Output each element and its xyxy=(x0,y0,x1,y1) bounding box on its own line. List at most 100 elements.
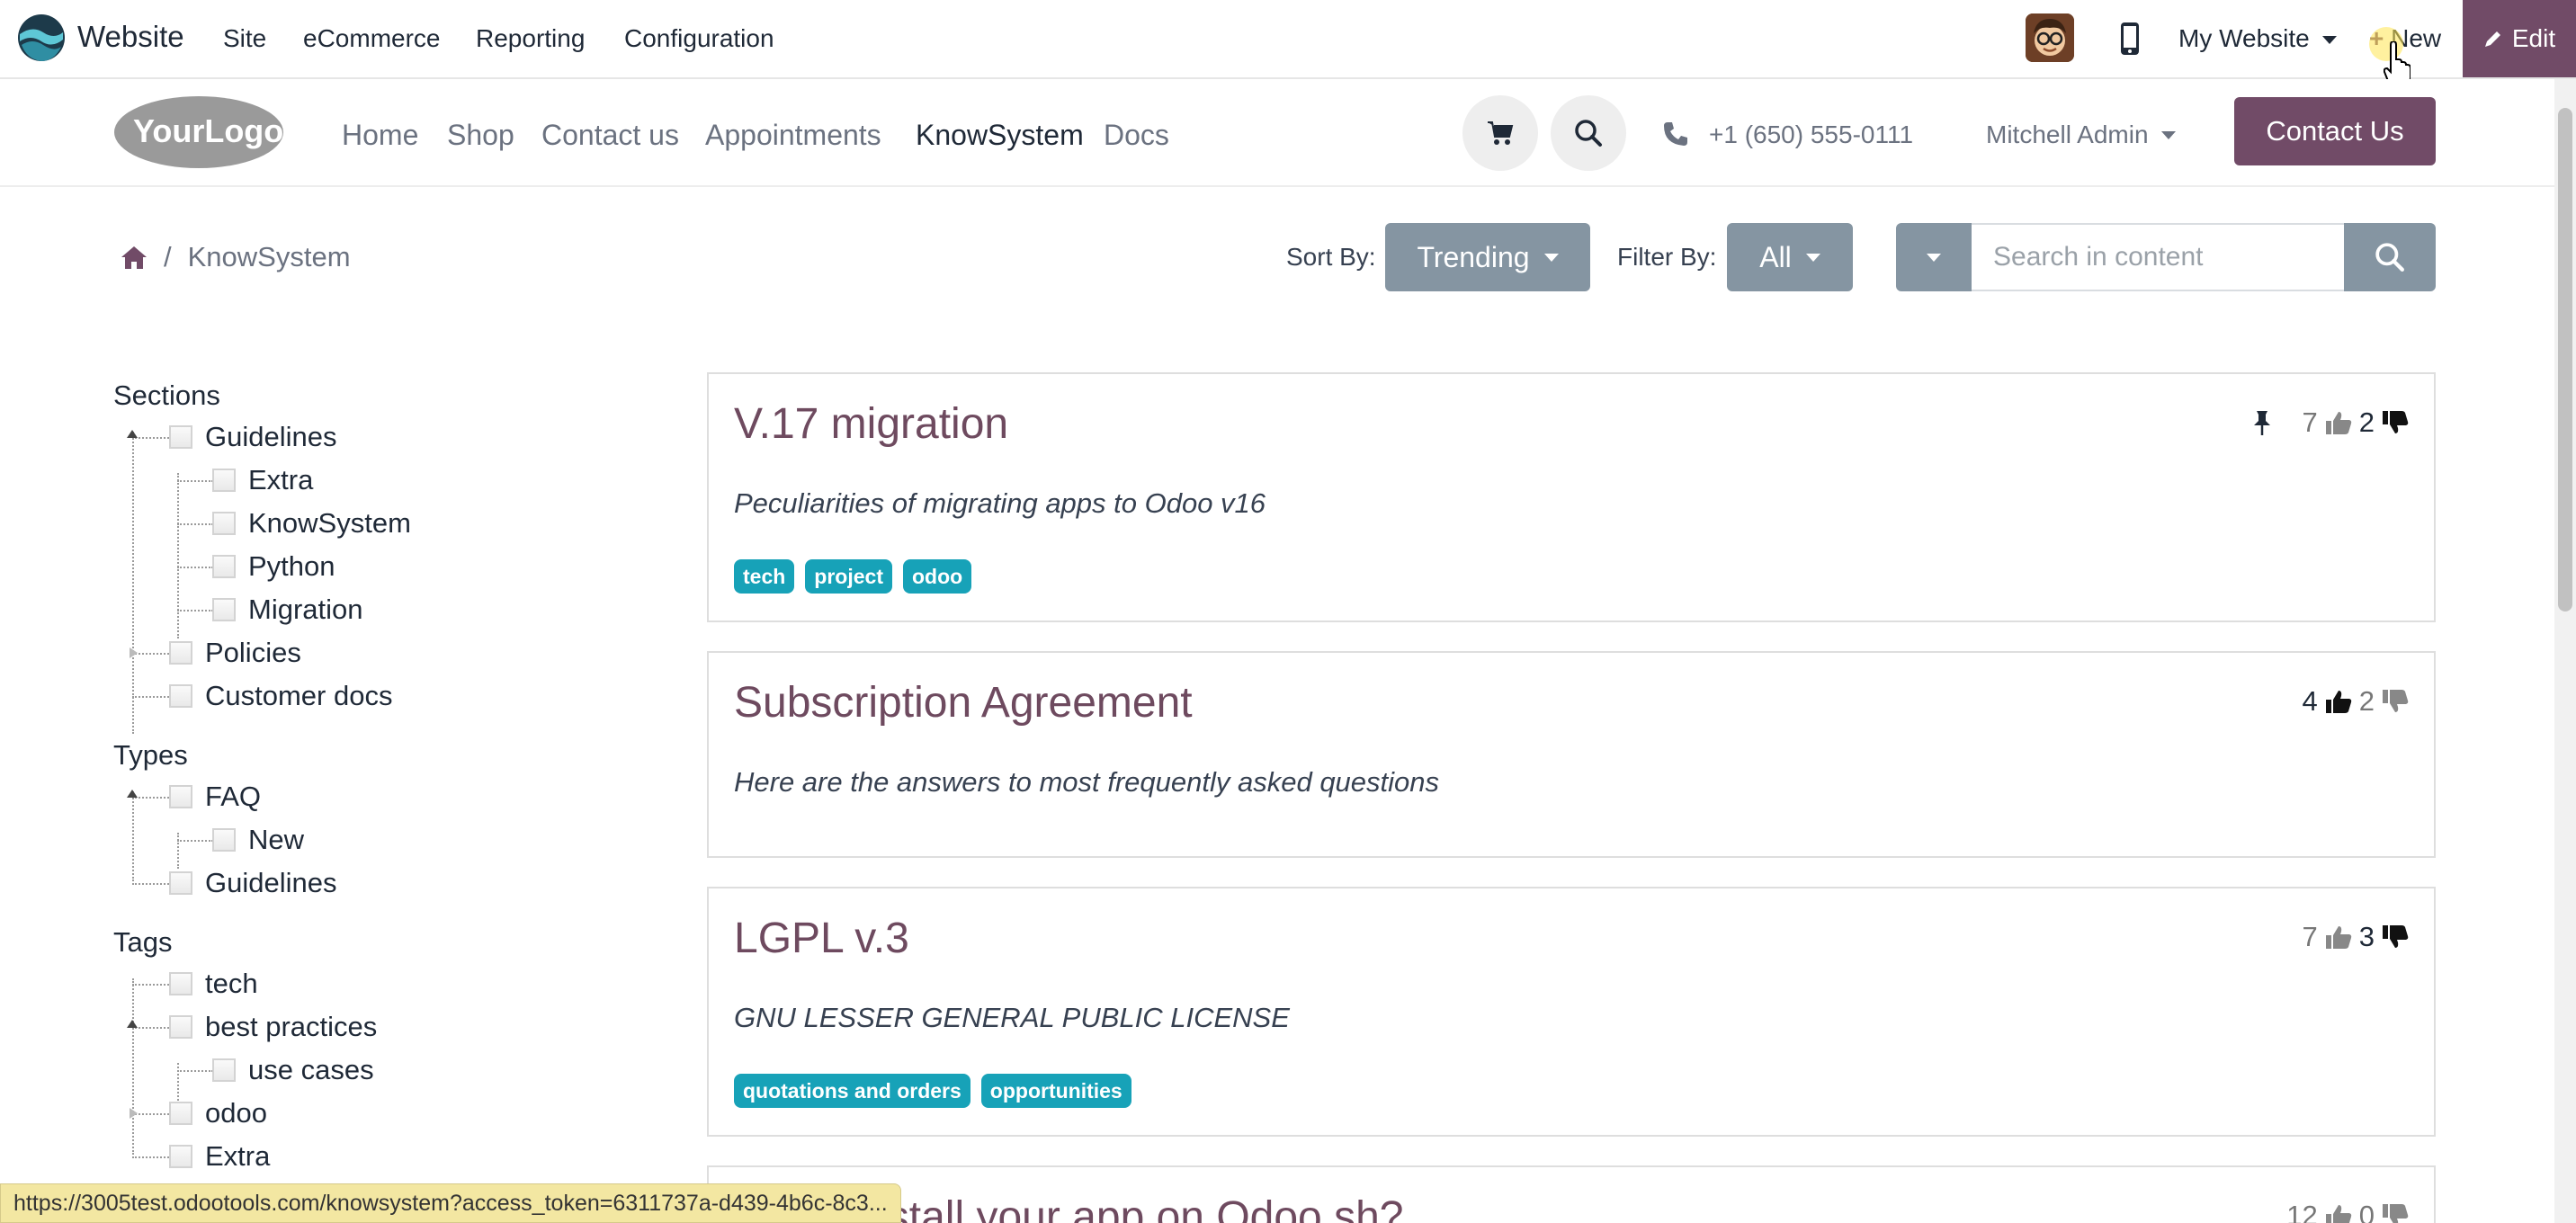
article-tag[interactable]: project xyxy=(805,559,892,594)
company-logo[interactable]: YourLogo xyxy=(113,94,284,171)
user-avatar[interactable] xyxy=(2026,13,2074,62)
article-card[interactable]: LGPL v.3 7 3 GNU LESSER GENERAL PUBLIC L… xyxy=(707,887,2436,1137)
nav-contact-us[interactable]: Contact us xyxy=(541,119,679,152)
mobile-preview-icon[interactable] xyxy=(2119,22,2141,56)
sort-dropdown[interactable]: Trending xyxy=(1385,223,1590,291)
menu-site[interactable]: Site xyxy=(223,24,266,53)
checkbox[interactable] xyxy=(169,641,192,665)
checkbox[interactable] xyxy=(212,598,236,621)
site-search-button[interactable] xyxy=(1551,95,1626,171)
checkbox[interactable] xyxy=(169,1145,192,1168)
section-label: Policies xyxy=(205,637,301,668)
thumbs-down-icon[interactable] xyxy=(2382,924,2409,950)
article-title[interactable]: Subscription Agreement xyxy=(734,678,1193,728)
search-input[interactable] xyxy=(1972,223,2344,291)
checkbox[interactable] xyxy=(169,425,192,449)
article-title[interactable]: LGPL v.3 xyxy=(734,914,909,963)
checkbox[interactable] xyxy=(169,871,192,895)
admin-navbar: Website Site eCommerce Reporting Configu… xyxy=(0,0,2576,79)
thumbs-up-icon[interactable] xyxy=(2325,689,2352,714)
checkbox[interactable] xyxy=(212,555,236,578)
section-python[interactable]: Python xyxy=(212,549,335,585)
section-label: Customer docs xyxy=(205,680,393,711)
cart-button[interactable] xyxy=(1462,95,1538,171)
thumbs-up-icon[interactable] xyxy=(2325,1203,2352,1223)
thumbs-down-icon[interactable] xyxy=(2382,689,2409,714)
checkbox[interactable] xyxy=(169,684,192,708)
pin-icon[interactable] xyxy=(2252,409,2272,436)
article-tag[interactable]: odoo xyxy=(902,559,972,594)
article-tag[interactable]: opportunities xyxy=(980,1074,1131,1108)
checkbox[interactable] xyxy=(212,1058,236,1082)
section-migration[interactable]: Migration xyxy=(212,592,363,628)
section-label: Guidelines xyxy=(205,421,337,452)
checkbox[interactable] xyxy=(169,1102,192,1125)
tag-best-practices[interactable]: best practices xyxy=(169,1009,377,1045)
contact-us-button[interactable]: Contact Us xyxy=(2234,97,2436,165)
menu-reporting[interactable]: Reporting xyxy=(476,24,585,53)
section-knowsystem[interactable]: KnowSystem xyxy=(212,505,411,541)
thumbs-up-icon[interactable] xyxy=(2325,410,2352,435)
home-icon[interactable] xyxy=(121,245,148,270)
article-tags: tech project odoo xyxy=(734,559,972,594)
checkbox[interactable] xyxy=(212,469,236,492)
tag-odoo[interactable]: odoo xyxy=(169,1095,267,1131)
like-count: 7 xyxy=(2302,921,2318,952)
search-icon xyxy=(1575,120,1602,147)
menu-configuration[interactable]: Configuration xyxy=(624,24,774,53)
nav-home[interactable]: Home xyxy=(342,119,418,152)
website-app-icon[interactable] xyxy=(16,13,67,63)
article-subtitle: Peculiarities of migrating apps to Odoo … xyxy=(734,487,1266,519)
website-switcher-label: My Website xyxy=(2178,24,2310,52)
nav-docs[interactable]: Docs xyxy=(1104,119,1169,152)
search-scope-dropdown[interactable] xyxy=(1896,223,1972,291)
checkbox[interactable] xyxy=(169,785,192,808)
article-tag[interactable]: tech xyxy=(734,559,795,594)
article-card[interactable]: ...an I install your app on Odoo.sh? 12 … xyxy=(707,1165,2436,1223)
section-customer-docs[interactable]: Customer docs xyxy=(169,678,392,714)
nav-knowsystem[interactable]: KnowSystem xyxy=(916,119,1084,152)
thumbs-down-icon[interactable] xyxy=(2382,410,2409,435)
section-guidelines[interactable]: Guidelines xyxy=(169,419,336,455)
nav-appointments[interactable]: Appointments xyxy=(705,119,881,152)
search-submit-button[interactable] xyxy=(2344,223,2436,291)
thumbs-up-icon[interactable] xyxy=(2325,924,2352,950)
article-subtitle: Here are the answers to most frequently … xyxy=(734,766,1440,798)
phone-number[interactable]: +1 (650) 555-0111 xyxy=(1709,121,1913,149)
edit-button[interactable]: Edit xyxy=(2463,0,2576,77)
checkbox[interactable] xyxy=(169,1015,192,1039)
section-policies[interactable]: Policies xyxy=(169,635,301,671)
tag-tech[interactable]: tech xyxy=(169,966,258,1002)
type-guidelines[interactable]: Guidelines xyxy=(169,865,336,901)
tag-use-cases[interactable]: use cases xyxy=(212,1052,374,1088)
like-count: 4 xyxy=(2302,685,2318,717)
filter-dropdown[interactable]: All xyxy=(1727,223,1853,291)
dislike-count: 2 xyxy=(2358,406,2375,438)
article-title[interactable]: V.17 migration xyxy=(734,399,1008,449)
section-label: Python xyxy=(248,550,335,582)
menu-ecommerce[interactable]: eCommerce xyxy=(303,24,440,53)
tag-extra[interactable]: Extra xyxy=(169,1138,270,1174)
article-card[interactable]: Subscription Agreement 4 2 Here are the … xyxy=(707,651,2436,858)
type-faq[interactable]: FAQ xyxy=(169,779,261,815)
checkbox[interactable] xyxy=(169,972,192,995)
section-extra[interactable]: Extra xyxy=(212,462,313,498)
scrollbar-thumb[interactable] xyxy=(2558,108,2572,612)
checkbox[interactable] xyxy=(212,828,236,852)
website-header: YourLogo Home Shop Contact us Appointmen… xyxy=(0,79,2576,187)
page-scrollbar[interactable] xyxy=(2554,79,2576,1223)
checkbox[interactable] xyxy=(212,512,236,535)
type-new[interactable]: New xyxy=(212,822,304,858)
app-name[interactable]: Website xyxy=(77,20,184,54)
avatar-face-icon xyxy=(2026,13,2074,62)
article-card[interactable]: V.17 migration 7 2 Peculiarities of migr… xyxy=(707,372,2436,622)
filter-value: All xyxy=(1759,240,1792,273)
content-search xyxy=(1896,223,2436,291)
website-switcher[interactable]: My Website xyxy=(2178,24,2337,53)
section-label: Extra xyxy=(248,464,314,495)
nav-shop[interactable]: Shop xyxy=(447,119,514,152)
user-menu[interactable]: Mitchell Admin xyxy=(1986,121,2176,149)
article-tag[interactable]: quotations and orders xyxy=(734,1074,970,1108)
thumbs-down-icon[interactable] xyxy=(2382,1203,2409,1223)
user-name: Mitchell Admin xyxy=(1986,121,2149,148)
